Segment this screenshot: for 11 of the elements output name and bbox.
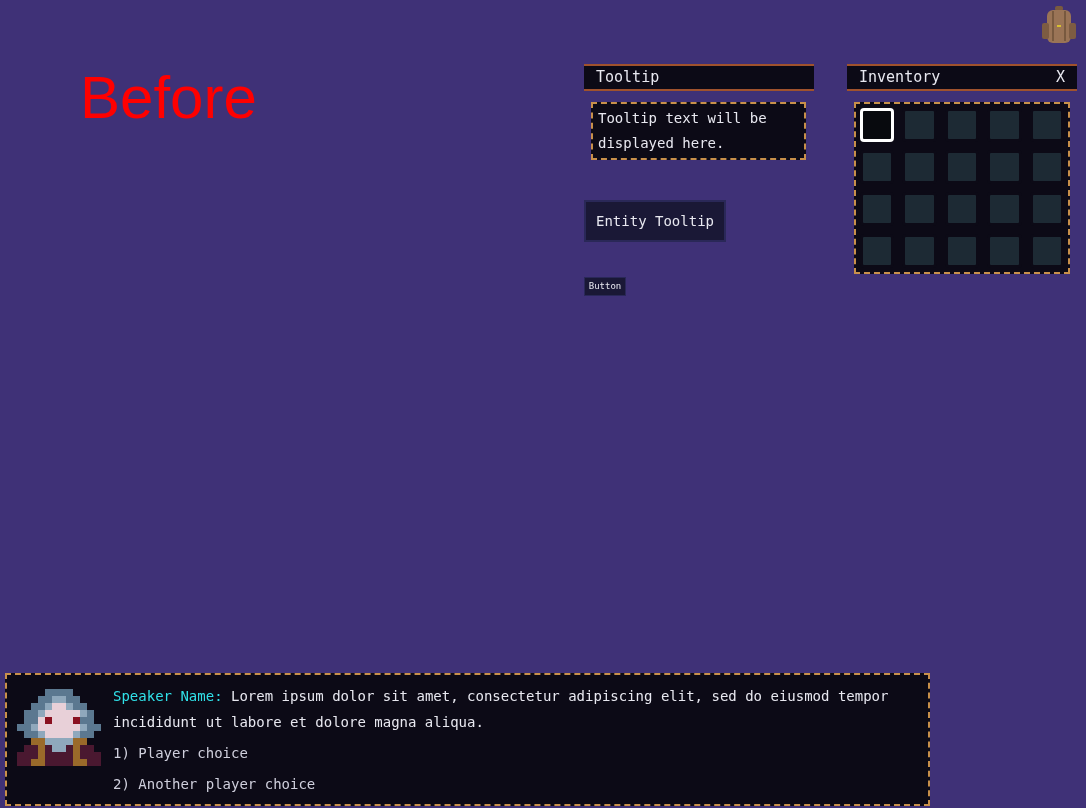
window-title: Inventory xyxy=(859,67,941,89)
caption-text: Before xyxy=(80,63,257,133)
close-button[interactable]: X xyxy=(1055,66,1065,89)
dialogue-choice[interactable]: 2) Another player choice xyxy=(113,771,893,797)
dialogue-text: Speaker Name: Lorem ipsum dolor sit amet, consectetur adipiscing elit, sed do eiusmod tempor incididunt ut labore et dolore magna aliqua. xyxy=(113,687,890,732)
small-button[interactable]: Button xyxy=(584,277,626,296)
tooltip-text: Tooltip text will be displayed here. xyxy=(598,109,768,153)
dialogue-choice[interactable]: 1) Player choice xyxy=(113,740,893,766)
backpack-icon[interactable] xyxy=(1039,5,1079,45)
window-title: Tooltip xyxy=(596,67,660,89)
entity-tooltip-button[interactable]: Entity Tooltip xyxy=(584,200,726,242)
